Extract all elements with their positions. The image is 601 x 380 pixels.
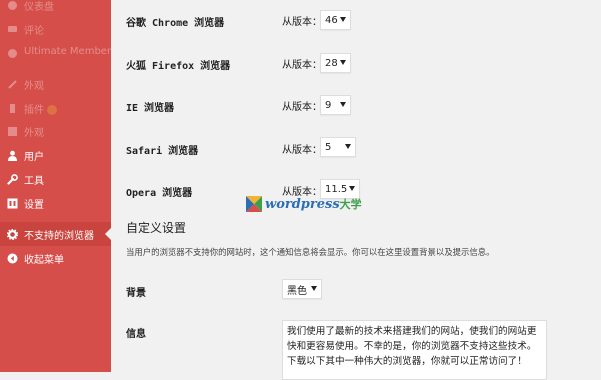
sidebar-item-label: 设置	[24, 200, 44, 211]
active-indicator	[105, 228, 111, 240]
from-version-label: 从版本：	[282, 17, 322, 28]
from-version-label: 从版本：	[282, 145, 322, 156]
firefox-label: 火狐 Firefox 浏览器	[126, 61, 231, 72]
message-label: 信息	[126, 329, 146, 340]
from-version-label: 从版本：	[282, 60, 322, 71]
sidebar-item-appearance[interactable]: 外观	[0, 119, 111, 143]
user-icon	[6, 149, 18, 161]
comments-icon	[6, 23, 18, 35]
chevron-down-icon	[349, 186, 355, 191]
sidebar-item-tools[interactable]: 工具	[0, 167, 111, 191]
sidebar-item-unsupported-browsers[interactable]: 不支持的浏览器	[0, 222, 111, 246]
sidebar-item-label: 用户	[24, 152, 44, 163]
sidebar-item-label: 外观	[24, 81, 44, 92]
sidebar-item-appearance-brush[interactable]: 外观	[0, 72, 111, 96]
sidebar-item-label: Ultimate Member	[24, 46, 112, 57]
sidebar-item-label: 外观	[24, 128, 44, 139]
select-value: 28	[325, 57, 338, 69]
from-version-label: 从版本：	[282, 102, 322, 113]
message-textarea[interactable]: 我们使用了最新的技术来搭建我们的网站，使我们的网站更快和更容易使用。不幸的是，你…	[282, 320, 547, 380]
select-value: 黑色	[287, 285, 307, 297]
ie-label: IE 浏览器	[126, 103, 175, 114]
select-value: 11.5	[325, 183, 348, 195]
chevron-down-icon	[311, 286, 317, 291]
select-value: 5	[325, 141, 332, 153]
sidebar-item-label: 不支持的浏览器	[24, 231, 94, 242]
update-badge	[47, 105, 57, 115]
ie-version-select[interactable]: 9	[320, 95, 351, 115]
wordpress-daxue-logo-icon	[246, 196, 262, 212]
select-value: 46	[325, 14, 338, 26]
settings-icon	[6, 197, 18, 209]
watermark-text: wordpress大学	[265, 197, 362, 212]
firefox-version-select[interactable]: 28	[320, 53, 351, 73]
sidebar-item-comments[interactable]: 评论	[0, 17, 111, 41]
collapse-icon	[6, 252, 18, 264]
opera-label: Opera 浏览器	[126, 188, 193, 199]
chevron-down-icon	[340, 17, 346, 22]
wrench-icon	[6, 173, 18, 185]
select-value: 9	[325, 99, 332, 111]
sidebar-item-label: 收起菜单	[24, 255, 64, 266]
chevron-down-icon	[345, 144, 351, 149]
gear-icon	[6, 228, 18, 240]
appearance-icon	[6, 125, 18, 137]
plugin-icon	[6, 102, 18, 114]
background-select[interactable]: 黑色	[282, 279, 322, 299]
sidebar-item-plugins[interactable]: 插件	[0, 96, 111, 120]
custom-settings-description: 当用户的浏览器不支持你的网站时，这个通知信息将会显示。你可以在这里设置背景以及提…	[126, 247, 495, 257]
sidebar-item-label: 工具	[24, 176, 44, 187]
chrome-version-select[interactable]: 46	[320, 10, 351, 30]
background-label: 背景	[126, 288, 146, 299]
sidebar-item-dashboard[interactable]: 仪表盘	[0, 0, 111, 17]
chevron-down-icon	[340, 60, 346, 65]
chevron-down-icon	[340, 102, 346, 107]
sidebar-item-ultimate-member[interactable]: Ultimate Member	[0, 41, 111, 65]
ultimate-member-icon	[6, 47, 18, 59]
dashboard-icon	[6, 0, 18, 11]
wordpress-daxue-watermark: wordpress大学	[246, 196, 362, 212]
sidebar-item-label: 评论	[24, 26, 44, 37]
sidebar-item-settings[interactable]: 设置	[0, 191, 111, 215]
safari-label: Safari 浏览器	[126, 146, 199, 157]
safari-version-select[interactable]: 5	[320, 137, 356, 157]
sidebar-item-label: 插件	[24, 101, 57, 116]
sidebar-item-label: 仪表盘	[24, 2, 54, 13]
sidebar-collapse-menu[interactable]: 收起菜单	[0, 246, 111, 270]
sidebar-item-users[interactable]: 用户	[0, 143, 111, 167]
appearance-brush-icon	[6, 78, 18, 90]
chrome-label: 谷歌 Chrome 浏览器	[126, 18, 225, 29]
custom-settings-title: 自定义设置	[126, 221, 187, 235]
admin-sidebar: 仪表盘 评论 Ultimate Member 外观 插件 外观 用户 工具 设置…	[0, 0, 111, 372]
